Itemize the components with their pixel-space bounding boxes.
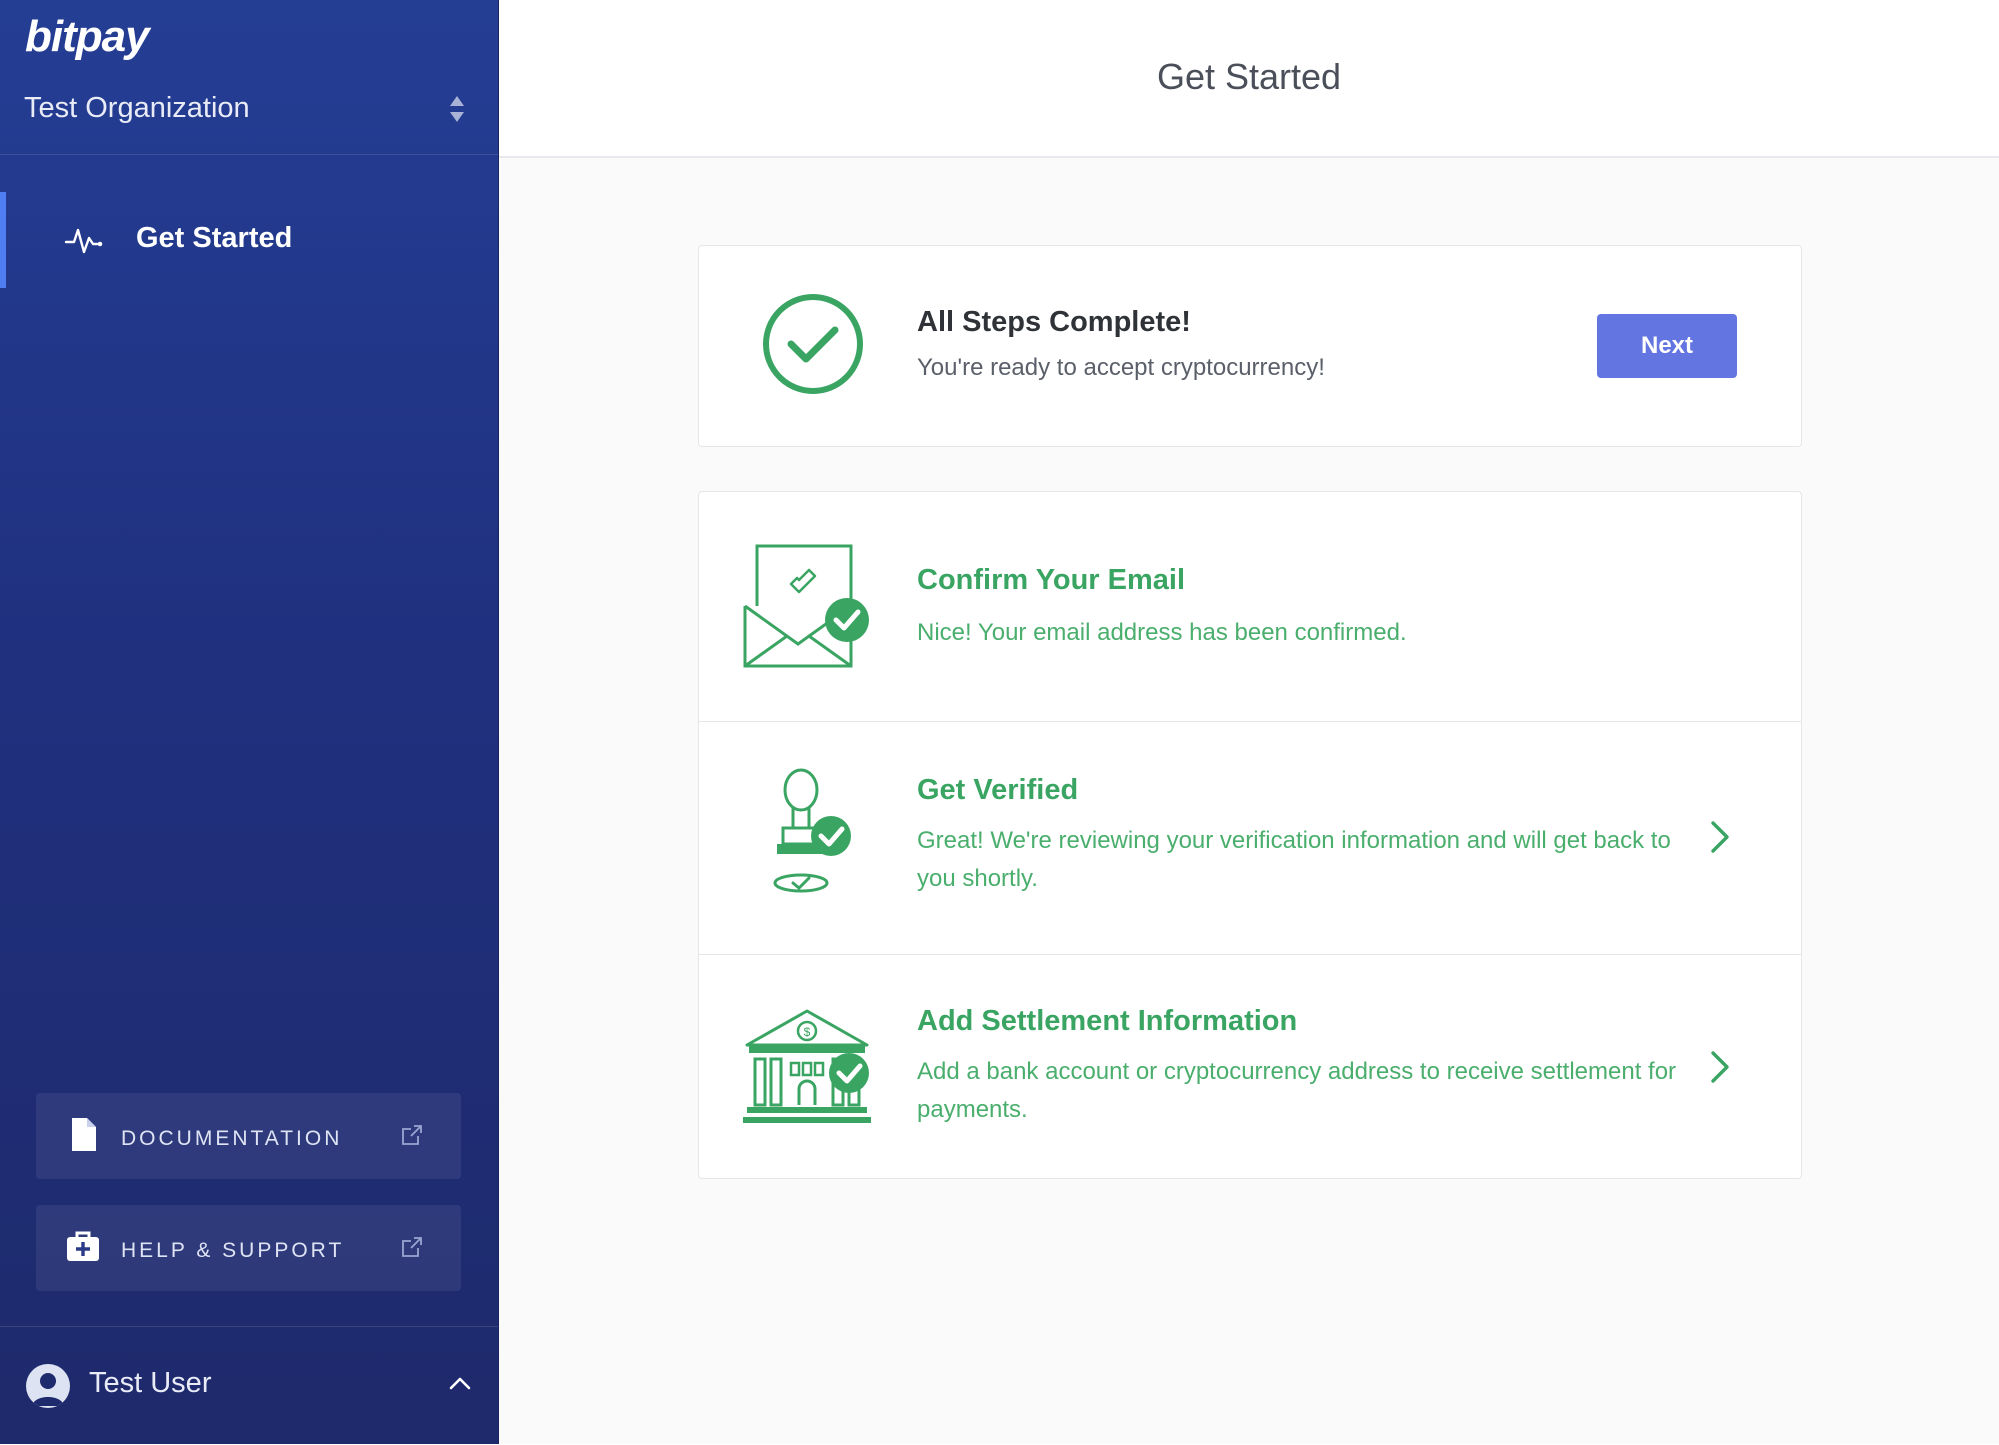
chevron-up-icon — [449, 1377, 471, 1390]
step-get-verified[interactable]: Get Verified Great! We're reviewing your… — [699, 722, 1801, 955]
chevron-right-icon[interactable] — [1709, 1050, 1731, 1084]
documentation-link[interactable]: DOCUMENTATION — [36, 1093, 461, 1179]
step-title: Add Settlement Information — [917, 1005, 1298, 1037]
external-link-icon — [402, 1125, 422, 1145]
page-header: Get Started — [499, 0, 1999, 158]
step-title: Confirm Your Email — [917, 564, 1186, 596]
documentation-label: DOCUMENTATION — [121, 1127, 343, 1150]
first-aid-kit-icon — [67, 1231, 99, 1261]
organization-switcher[interactable]: Test Organization — [0, 78, 498, 155]
help-support-link[interactable]: HELP & SUPPORT — [36, 1205, 461, 1291]
user-avatar-icon — [26, 1364, 70, 1408]
next-button[interactable]: Next — [1597, 314, 1737, 378]
check-circle-icon — [763, 294, 863, 394]
active-indicator — [0, 192, 6, 288]
step-description: Add a bank account or cryptocurrency add… — [917, 1058, 1677, 1123]
user-menu[interactable]: Test User — [0, 1326, 498, 1445]
bitpay-logo[interactable]: bitpay — [25, 12, 150, 62]
stamp-verified-icon — [773, 768, 851, 893]
completion-card: All Steps Complete! You're ready to acce… — [698, 245, 1802, 447]
user-name: Test User — [89, 1367, 212, 1399]
steps-card: Confirm Your Email Nice! Your email addr… — [698, 491, 1802, 1179]
sidebar-item-label: Get Started — [136, 222, 293, 254]
completion-title: All Steps Complete! — [917, 306, 1191, 338]
completion-subtitle: You're ready to accept cryptocurrency! — [917, 354, 1325, 381]
svg-text:$: $ — [804, 1025, 811, 1039]
page-title: Get Started — [1156, 56, 1342, 97]
step-confirm-email: Confirm Your Email Nice! Your email addr… — [699, 492, 1801, 722]
sort-arrows-icon — [448, 94, 466, 124]
help-support-label: HELP & SUPPORT — [121, 1239, 345, 1262]
sidebar-item-get-started[interactable]: Get Started — [0, 192, 498, 288]
document-icon — [72, 1118, 96, 1151]
email-confirmed-icon — [743, 544, 869, 668]
bank-verified-icon: $ — [743, 1009, 871, 1123]
step-title: Get Verified — [917, 774, 1079, 806]
step-description: Nice! Your email address has been confir… — [917, 619, 1407, 646]
step-add-settlement[interactable]: $ Add Settlement Information Add a bank … — [699, 955, 1801, 1178]
organization-name: Test Organization — [24, 92, 250, 124]
activity-icon — [64, 228, 103, 254]
external-link-icon — [402, 1237, 422, 1257]
sidebar: bitpay Test Organization Get Started DOC… — [0, 0, 499, 1444]
step-description: Great! We're reviewing your verification… — [917, 827, 1671, 892]
chevron-right-icon[interactable] — [1709, 820, 1731, 854]
